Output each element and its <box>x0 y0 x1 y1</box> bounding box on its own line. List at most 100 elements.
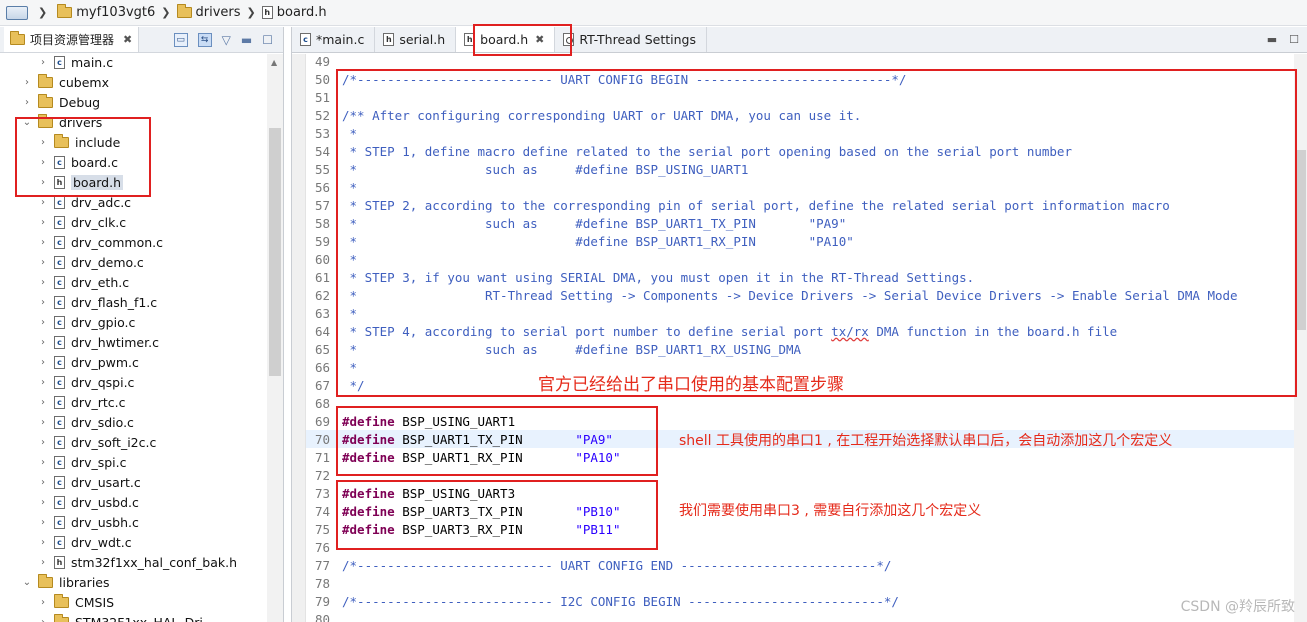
minimize-icon[interactable]: ▬ <box>1267 33 1277 46</box>
tree-item[interactable]: › c drv_hwtimer.c <box>38 332 159 352</box>
chevron-right-icon[interactable]: › <box>38 377 48 388</box>
breadcrumb-project[interactable]: ❯ myf103vgt6 <box>6 4 155 20</box>
line-number: 69 <box>314 413 330 429</box>
chevron-right-icon[interactable]: › <box>38 337 48 348</box>
chevron-right-icon[interactable]: › <box>38 57 48 68</box>
breadcrumb-drivers[interactable]: drivers <box>176 4 241 20</box>
chevron-right-icon[interactable]: › <box>38 257 48 268</box>
tree-item[interactable]: › c drv_usart.c <box>38 472 141 492</box>
folder-icon <box>38 73 53 88</box>
breadcrumb-file[interactable]: h board.h <box>261 5 327 20</box>
code-line[interactable]: 80 <box>306 610 1294 622</box>
chevron-right-icon[interactable]: › <box>38 497 48 508</box>
chevron-right-icon[interactable]: › <box>38 437 48 448</box>
tree-item[interactable]: › c drv_pwm.c <box>38 352 139 372</box>
chevron-right-icon[interactable]: › <box>22 77 32 88</box>
breadcrumb-item-project[interactable]: myf103vgt6 <box>76 5 155 20</box>
editor-scrollbar-thumb[interactable] <box>1296 150 1306 330</box>
c-file-icon: c <box>54 475 65 489</box>
chevron-right-icon[interactable]: › <box>38 517 48 528</box>
tab-project-explorer[interactable]: 项目资源管理器 ✖ <box>4 27 140 52</box>
tree-item-label: drv_wdt.c <box>71 534 132 550</box>
tab-editor-file[interactable]: RT-Thread Settings <box>555 27 707 52</box>
c-file-icon: c <box>54 435 65 449</box>
tree-item[interactable]: › c drv_rtc.c <box>38 392 125 412</box>
maximize-icon[interactable]: ☐ <box>1289 33 1299 46</box>
chevron-right-icon[interactable]: › <box>38 557 48 568</box>
chevron-right-icon[interactable]: › <box>38 297 48 308</box>
link-with-editor-icon[interactable]: ⇆ <box>197 32 212 47</box>
chevron-right-icon[interactable]: › <box>38 237 48 248</box>
breadcrumb-item-file[interactable]: board.h <box>277 5 327 20</box>
chevron-right-icon[interactable]: › <box>38 417 48 428</box>
chevron-right-icon[interactable]: › <box>38 457 48 468</box>
tree-scrollbar[interactable]: ▲ <box>267 54 283 622</box>
maximize-icon[interactable]: ☐ <box>262 33 273 47</box>
tab-editor-file[interactable]: h serial.h <box>375 27 457 52</box>
minimize-icon[interactable]: ▬ <box>241 33 252 47</box>
tree-item[interactable]: › cubemx <box>22 72 109 92</box>
tree-item[interactable]: › c drv_common.c <box>38 232 163 252</box>
c-file-icon: c <box>54 355 65 369</box>
code-line[interactable]: 49 <box>306 54 1294 70</box>
project-explorer-toolbar: ▭ ⇆ ▽ ▬ ☐ <box>173 32 283 47</box>
line-number: 68 <box>314 395 330 411</box>
close-icon[interactable]: ✖ <box>123 33 132 46</box>
project-explorer-header: 项目资源管理器 ✖ ▭ ⇆ ▽ ▬ ☐ <box>0 27 283 53</box>
breadcrumb-item-drivers[interactable]: drivers <box>196 5 241 20</box>
tree-item-label: drv_usart.c <box>71 474 141 490</box>
chevron-right-icon[interactable]: › <box>38 597 48 608</box>
tree-item[interactable]: › c drv_qspi.c <box>38 372 134 392</box>
tree-item[interactable]: › h stm32f1xx_hal_conf_bak.h <box>38 552 237 572</box>
tree-item[interactable]: › c drv_usbd.c <box>38 492 139 512</box>
tree-scrollbar-thumb[interactable] <box>269 128 281 376</box>
tree-item[interactable]: › CMSIS <box>38 592 114 612</box>
tree-item[interactable]: › c drv_eth.c <box>38 272 129 292</box>
tree-item[interactable]: › c drv_usbh.c <box>38 512 139 532</box>
chevron-right-icon[interactable]: › <box>38 277 48 288</box>
chevron-right-icon: ❯ <box>38 6 48 19</box>
tree-item[interactable]: › c drv_flash_f1.c <box>38 292 157 312</box>
c-file-icon: c <box>54 235 65 249</box>
project-icon <box>6 5 28 20</box>
tree-item[interactable]: › c drv_clk.c <box>38 212 126 232</box>
tree-item[interactable]: › c drv_sdio.c <box>38 412 134 432</box>
tree-item[interactable]: › c drv_demo.c <box>38 252 144 272</box>
view-menu-icon[interactable]: ▽ <box>222 33 231 47</box>
chevron-right-icon[interactable]: › <box>38 197 48 208</box>
collapse-all-icon[interactable]: ▭ <box>173 32 188 47</box>
header-file-icon: h <box>383 33 395 46</box>
chevron-right-icon[interactable]: › <box>38 477 48 488</box>
chevron-right-icon[interactable]: › <box>38 537 48 548</box>
code-line[interactable]: 79 /*-------------------------- I2C CONFI… <box>306 592 1294 610</box>
tree-item-label: drv_soft_i2c.c <box>71 434 157 450</box>
tree-item[interactable]: › Debug <box>22 92 100 112</box>
chevron-right-icon[interactable]: › <box>38 317 48 328</box>
code-line[interactable]: 77 /*-------------------------- UART CONF… <box>306 556 1294 574</box>
scroll-up-icon[interactable]: ▲ <box>271 58 277 67</box>
tree-item[interactable]: › c drv_gpio.c <box>38 312 135 332</box>
line-number: 80 <box>314 611 330 622</box>
line-number: 59 <box>314 233 330 249</box>
tree-item[interactable]: › c main.c <box>38 54 113 72</box>
editor-ruler <box>292 54 306 622</box>
tree-item[interactable]: › c drv_wdt.c <box>38 532 132 552</box>
chevron-right-icon[interactable]: › <box>38 357 48 368</box>
chevron-down-icon[interactable]: ⌄ <box>22 577 32 588</box>
folder-icon <box>38 93 53 108</box>
tree-item-label: drv_spi.c <box>71 454 127 470</box>
c-file-icon: c <box>300 33 311 46</box>
tab-editor-file[interactable]: c *main.c <box>292 27 376 52</box>
chevron-right-icon[interactable]: › <box>38 397 48 408</box>
chevron-right-icon[interactable]: › <box>38 217 48 228</box>
header-file-icon: h <box>261 6 273 19</box>
code-line[interactable]: 78 <box>306 574 1294 592</box>
tree-item[interactable]: › c drv_spi.c <box>38 452 127 472</box>
chevron-right-icon[interactable]: › <box>22 97 32 108</box>
tree-item[interactable]: › c drv_soft_i2c.c <box>38 432 156 452</box>
chevron-right-icon: ❯ <box>161 6 171 19</box>
chevron-right-icon[interactable]: › <box>38 617 48 622</box>
folder-icon <box>57 4 73 18</box>
tree-item[interactable]: ⌄ libraries <box>22 572 110 592</box>
tree-item[interactable]: › STM32F1xx_HAL_Dri... <box>38 612 215 622</box>
